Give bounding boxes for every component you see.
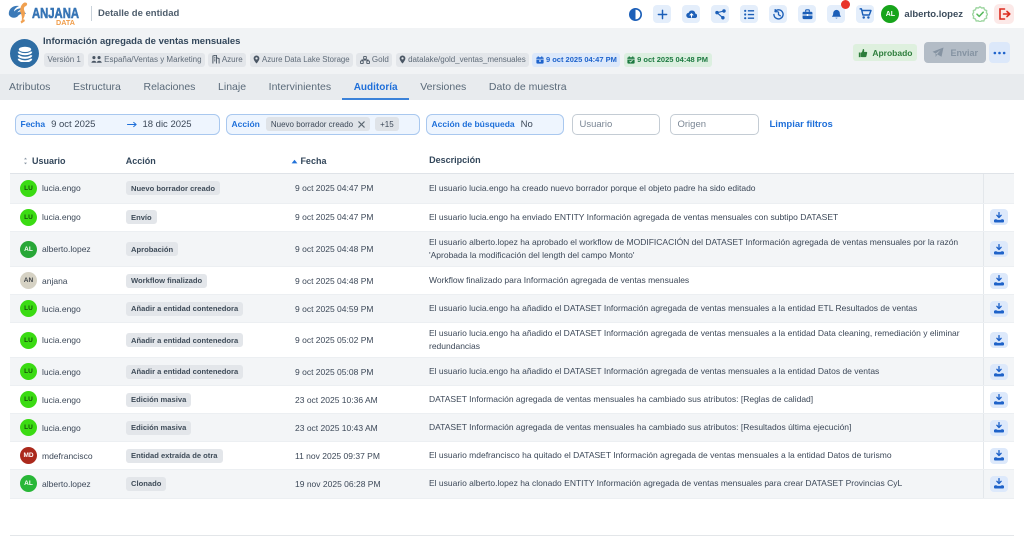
svg-text:DATA: DATA: [56, 18, 76, 27]
